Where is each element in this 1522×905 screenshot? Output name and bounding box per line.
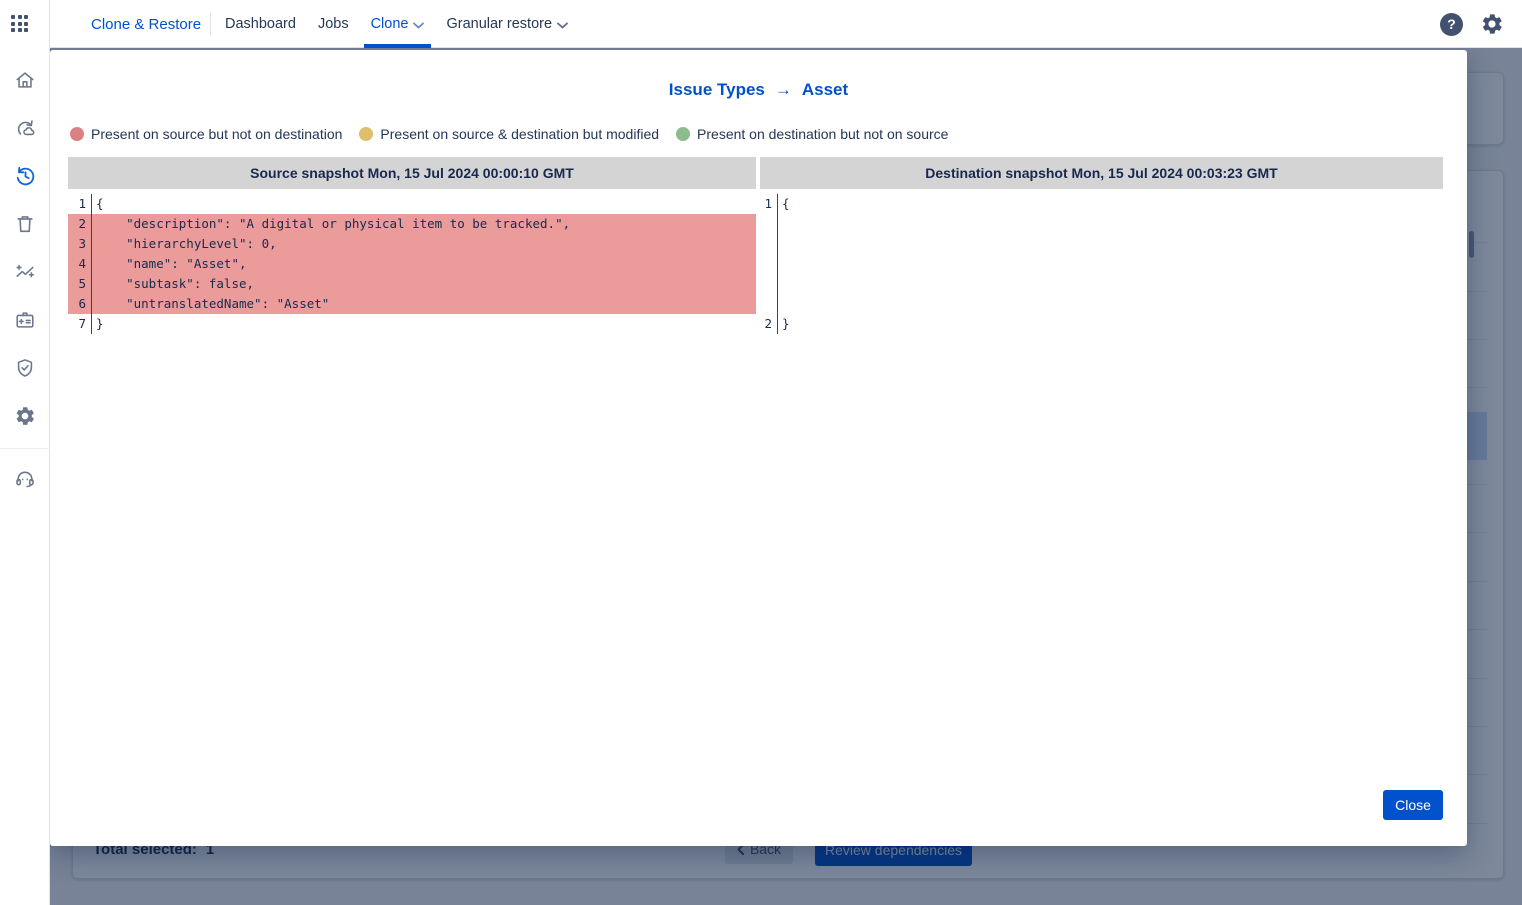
line-content: "untranslatedName": "Asset": [92, 294, 329, 314]
nav-item-label: Jobs: [318, 16, 349, 32]
diff-line-spacer: [760, 294, 1443, 314]
sidebar-item-settings[interactable]: [0, 392, 50, 440]
home-icon: [14, 69, 36, 91]
diff-line: 1 {: [68, 194, 756, 214]
analytics-icon: [14, 261, 36, 283]
diff-line-spacer: [760, 214, 1443, 234]
legend-label: Present on destination but not on source: [697, 126, 948, 142]
destination-snapshot-header: Destination snapshot Mon, 15 Jul 2024 00…: [760, 157, 1443, 189]
close-button[interactable]: Close: [1383, 790, 1443, 820]
support-headset-icon: [14, 468, 36, 490]
settings-gear-icon: [14, 405, 36, 427]
top-navigation-bar: Clone & Restore Dashboard Jobs Clone Gra…: [0, 0, 1522, 48]
line-content: "name": "Asset",: [92, 254, 247, 274]
line-number: 1: [760, 194, 778, 214]
line-content: {: [92, 194, 104, 214]
nav-items: Dashboard Jobs Clone Granular restore: [225, 0, 568, 48]
sidebar-item-security[interactable]: [0, 344, 50, 392]
diff-line-spacer: [760, 274, 1443, 294]
app-switcher-icon[interactable]: [11, 15, 29, 33]
red-dot-icon: [70, 127, 84, 141]
line-content: }: [778, 314, 790, 334]
line-number: 3: [68, 234, 92, 254]
shield-check-icon: [14, 357, 36, 379]
legend-label: Present on source & destination but modi…: [380, 126, 659, 142]
line-content: {: [778, 194, 790, 214]
sidebar-item-support[interactable]: [0, 455, 50, 503]
diff-line-removed: 6 "untranslatedName": "Asset": [68, 294, 756, 314]
diff-line: 1 {: [760, 194, 1443, 214]
diff-line-removed: 3 "hierarchyLevel": 0,: [68, 234, 756, 254]
cloud-restore-icon: [14, 117, 36, 139]
sidebar-item-license[interactable]: [0, 296, 50, 344]
modal-title-source: Issue Types: [669, 80, 765, 99]
diff-line-removed: 5 "subtask": false,: [68, 274, 756, 294]
modal-title-target: Asset: [802, 80, 848, 99]
chevron-down-icon: [413, 22, 424, 29]
line-number: 2: [68, 214, 92, 234]
destination-code-panel: 1 { 2 }: [760, 194, 1443, 334]
line-number: 2: [760, 314, 778, 334]
sidebar-items: [0, 56, 50, 503]
sidebar-divider: [0, 448, 50, 449]
nav-item-jobs[interactable]: Jobs: [318, 0, 349, 48]
sidebar-item-trash[interactable]: [0, 200, 50, 248]
diff-modal: Issue Types → Asset Present on source but …: [50, 50, 1467, 846]
nav-item-granular-restore[interactable]: Granular restore: [446, 0, 568, 48]
sidebar-item-restore-history[interactable]: [0, 152, 50, 200]
line-number: 4: [68, 254, 92, 274]
diff-legend: Present on source but not on destination…: [70, 126, 948, 142]
license-badge-icon: [14, 309, 36, 331]
yellow-dot-icon: [359, 127, 373, 141]
nav-divider: [210, 13, 211, 35]
chevron-down-icon: [557, 22, 568, 29]
line-content: }: [92, 314, 104, 334]
legend-label: Present on source but not on destination: [91, 126, 342, 142]
diff-line-removed: 2 "description": "A digital or physical …: [68, 214, 756, 234]
line-number: 1: [68, 194, 92, 214]
line-number: 7: [68, 314, 92, 334]
help-icon[interactable]: ?: [1440, 13, 1463, 36]
app-brand-link[interactable]: Clone & Restore: [91, 0, 201, 48]
legend-item-removed: Present on source but not on destination: [70, 126, 342, 142]
sidebar-item-analytics[interactable]: [0, 248, 50, 296]
arrow-right-icon: →: [775, 80, 792, 99]
diff-line-spacer: [760, 254, 1443, 274]
line-number: 6: [68, 294, 92, 314]
nav-item-dashboard[interactable]: Dashboard: [225, 0, 296, 48]
history-restore-icon: [14, 165, 37, 188]
line-content: "subtask": false,: [92, 274, 254, 294]
line-content: "description": "A digital or physical it…: [92, 214, 570, 234]
left-sidebar: [0, 0, 50, 905]
legend-item-modified: Present on source & destination but modi…: [359, 126, 659, 142]
trash-icon: [14, 213, 36, 235]
nav-right-actions: ?: [1440, 0, 1504, 48]
nav-item-label: Granular restore: [446, 16, 552, 32]
green-dot-icon: [676, 127, 690, 141]
diff-line-removed: 4 "name": "Asset",: [68, 254, 756, 274]
line-number: 5: [68, 274, 92, 294]
gear-icon[interactable]: [1480, 12, 1504, 36]
diff-line: 2 }: [760, 314, 1443, 334]
nav-item-label: Dashboard: [225, 16, 296, 32]
source-snapshot-header: Source snapshot Mon, 15 Jul 2024 00:00:1…: [68, 157, 756, 189]
line-content: "hierarchyLevel": 0,: [92, 234, 277, 254]
diff-line: 7 }: [68, 314, 756, 334]
sidebar-item-home[interactable]: [0, 56, 50, 104]
nav-item-clone[interactable]: Clone: [371, 0, 425, 48]
nav-item-label: Clone: [371, 16, 409, 32]
modal-title: Issue Types → Asset: [50, 80, 1467, 100]
source-code-panel: 1 { 2 "description": "A digital or physi…: [68, 194, 756, 334]
sidebar-item-cloud-restore[interactable]: [0, 104, 50, 152]
legend-item-added: Present on destination but not on source: [676, 126, 948, 142]
diff-line-spacer: [760, 234, 1443, 254]
